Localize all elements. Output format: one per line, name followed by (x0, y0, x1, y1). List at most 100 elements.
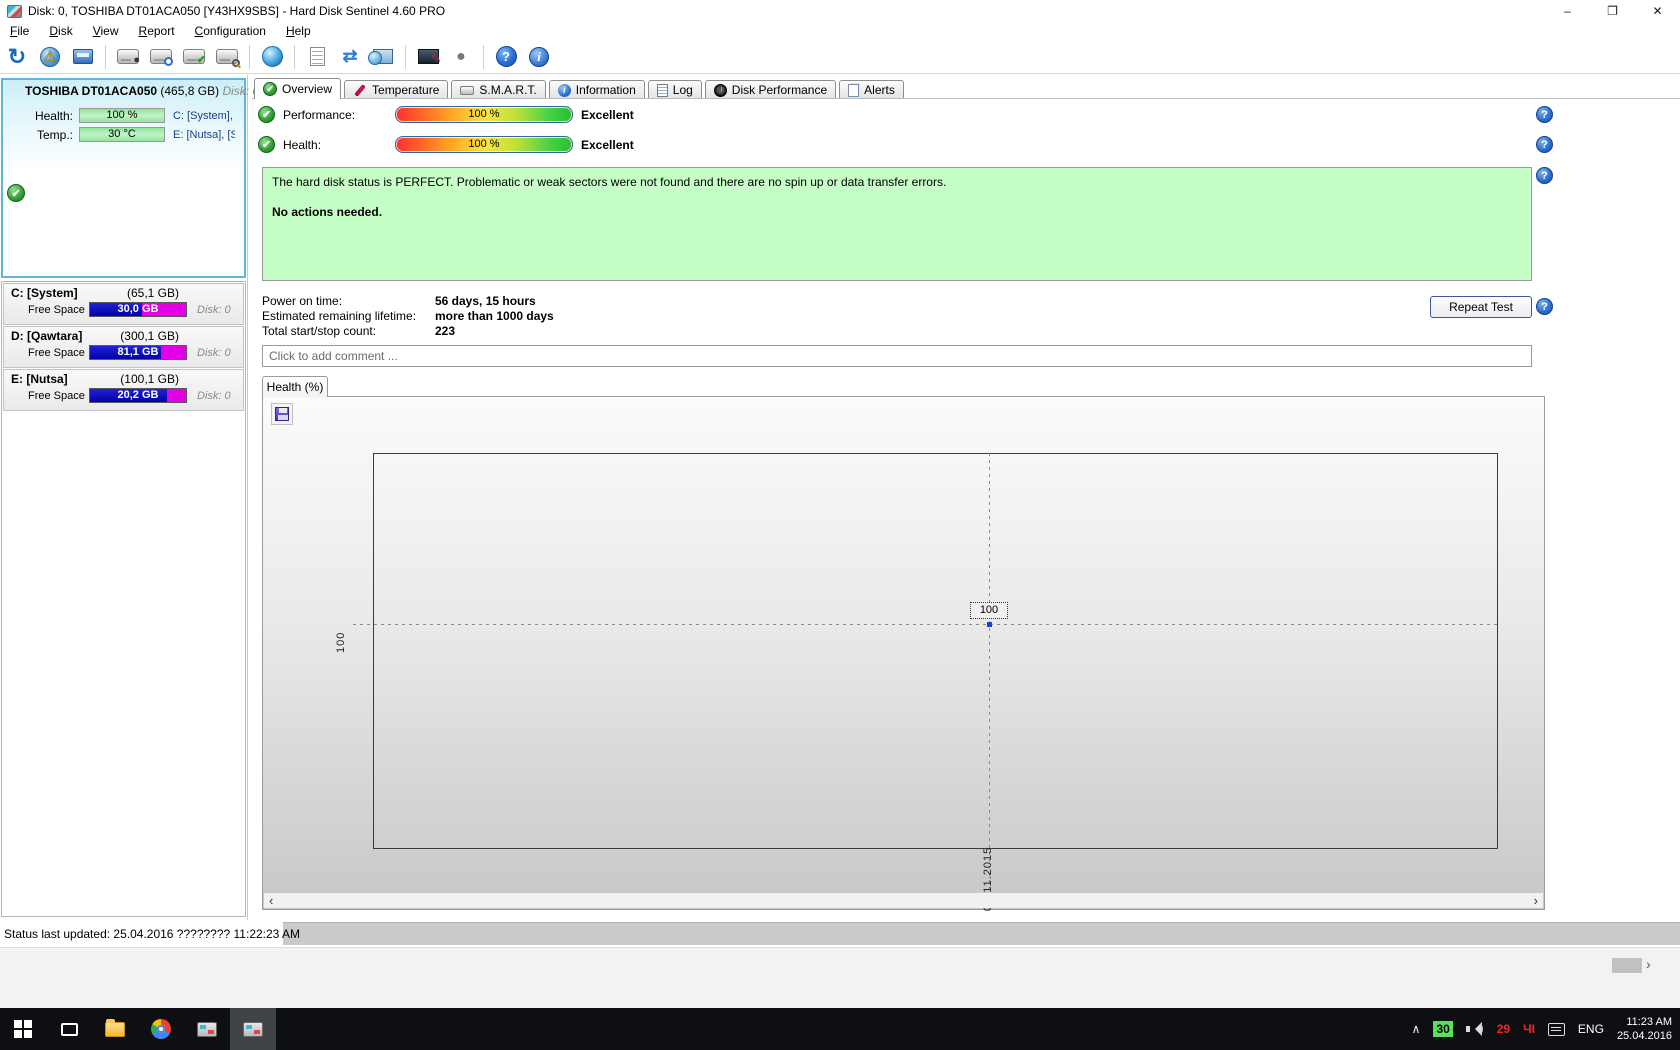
health-bar: 100 % (395, 136, 573, 153)
network-button[interactable] (368, 44, 396, 70)
repeat-test-button[interactable]: Repeat Test (1430, 296, 1532, 318)
monitor-pen-icon: ✎ (417, 49, 442, 66)
chart-plot-area (373, 453, 1498, 849)
status-help-icon[interactable]: ? (1536, 167, 1553, 184)
close-button[interactable]: ✕ (1635, 0, 1680, 22)
disk-schedule-button[interactable] (148, 44, 174, 70)
online-status-button[interactable] (259, 44, 285, 70)
drive-search-icon (216, 49, 240, 67)
chart-tab-health[interactable]: Health (%) (262, 376, 328, 397)
sound-button[interactable]: ● (448, 44, 474, 70)
tab-temperature[interactable]: Temperature (344, 80, 449, 99)
partition-card-c[interactable]: C: [System] (65,1 GB) Free Space 30,0 GB… (3, 283, 244, 325)
free-space-bar: 20,2 GB (89, 388, 187, 403)
status-bar: Status last updated: 25.04.2016 ????????… (0, 920, 1680, 947)
tab-smart[interactable]: S.M.A.R.T. (451, 80, 546, 99)
start-button[interactable] (0, 1008, 46, 1050)
sync-icon: ⇄ (342, 46, 358, 66)
health-help-icon[interactable]: ? (1536, 136, 1553, 153)
tab-overview[interactable]: ✔ Overview (254, 78, 342, 99)
disk-size: (465,8 GB) (160, 84, 220, 98)
minimize-button[interactable]: – (1545, 0, 1590, 22)
disk-display-button[interactable] (70, 44, 96, 70)
language-indicator[interactable]: ENG (1578, 1022, 1604, 1036)
report-button[interactable] (304, 44, 330, 70)
taskbar-clock[interactable]: 11:23 AM 25.04.2016 (1617, 1015, 1672, 1043)
disk-analyse-button[interactable] (214, 44, 240, 70)
hdsentinel-pinned-button[interactable] (184, 1008, 230, 1050)
sync-button[interactable]: ⇄ (337, 44, 363, 70)
taskbar: ∧ 30 ) 29 ЧІ ENG 11:23 AM 25.04.2016 (0, 1008, 1680, 1050)
scroll-right-icon[interactable]: › (1534, 893, 1538, 908)
save-chart-button[interactable] (271, 403, 293, 425)
free-space-label: Free Space (28, 389, 85, 402)
tab-log[interactable]: Log (647, 80, 702, 99)
menu-view[interactable]: View (83, 23, 129, 39)
background-scroll-right-icon[interactable]: › (1646, 956, 1651, 972)
background-window-strip: › (0, 947, 1680, 1008)
disk-problems-button[interactable]: ⚠ (37, 44, 63, 70)
help-button[interactable]: ? (493, 44, 519, 70)
thermometer-icon (354, 83, 366, 97)
disk-card[interactable]: TOSHIBA DT01ACA050 (465,8 GB) Disk: 0 ✔ … (1, 78, 259, 278)
toolbar-separator (483, 44, 484, 69)
menu-configuration[interactable]: Configuration (185, 23, 276, 39)
tray-expand-icon[interactable]: ∧ (1412, 1022, 1421, 1036)
disk-card-header: TOSHIBA DT01ACA050 (465,8 GB) Disk: 0 (3, 80, 259, 100)
toolbar-separator (105, 44, 106, 69)
scroll-left-icon[interactable]: ‹ (269, 893, 273, 908)
remaining-lifetime-value: more than 1000 days (435, 309, 554, 323)
tab-disk-performance[interactable]: Disk Performance (704, 80, 837, 99)
disk-partitions-line2: E: [Nutsa], [S (173, 128, 235, 141)
task-view-button[interactable] (46, 1008, 92, 1050)
menu-report[interactable]: Report (129, 23, 185, 39)
remote-monitor-button[interactable]: ✎ (415, 44, 442, 70)
hdsentinel-active-button[interactable] (230, 1008, 276, 1050)
tab-information[interactable]: i Information (548, 80, 645, 99)
free-space-label: Free Space (28, 346, 85, 359)
tray-temp-red-badge[interactable]: 29 (1497, 1022, 1510, 1036)
tray-temp-green-badge[interactable]: 30 (1433, 1021, 1453, 1037)
disk-acoustic-button[interactable]: ● (115, 44, 141, 70)
chart-horizontal-gridline (353, 624, 1498, 625)
toolbar: ↻ ⚠ ● ✔ ⇄ ✎ ● ? i (0, 40, 1680, 74)
health-check-icon: ✔ (258, 136, 275, 153)
maximize-button[interactable]: ❐ (1590, 0, 1635, 22)
menu-disk[interactable]: Disk (39, 23, 82, 39)
chrome-icon (151, 1019, 171, 1039)
about-button[interactable]: i (526, 44, 552, 70)
globe-disk-icon (261, 46, 283, 67)
notification-icon[interactable] (1547, 1022, 1565, 1036)
chrome-button[interactable] (138, 1008, 184, 1050)
disk-warning-icon: ⚠ (40, 46, 60, 67)
tab-alerts[interactable]: Alerts (839, 80, 904, 99)
refresh-button[interactable]: ↻ (4, 44, 30, 70)
partition-card-e[interactable]: E: [Nutsa] (100,1 GB) Free Space 20,2 GB… (3, 369, 244, 411)
file-explorer-button[interactable] (92, 1008, 138, 1050)
performance-check-icon: ✔ (258, 106, 275, 123)
comment-input[interactable] (262, 345, 1532, 367)
menu-help[interactable]: Help (276, 23, 321, 39)
menu-file[interactable]: File (0, 23, 39, 39)
chart-vertical-gridline (989, 453, 990, 915)
y-axis-tick-label: 100 (335, 631, 347, 653)
partition-disk: Disk: 0 (197, 389, 231, 402)
report-icon (309, 47, 325, 66)
background-scrollbar-thumb[interactable] (1612, 958, 1642, 973)
free-space-bar: 81,1 GB (89, 345, 187, 360)
screen: Disk: 0, TOSHIBA DT01ACA050 [Y43HX9SBS] … (0, 0, 1680, 1050)
blue-disk-icon (73, 49, 93, 64)
chart-scrollbar[interactable]: ‹ › (264, 892, 1543, 908)
repeat-test-help-icon[interactable]: ? (1536, 298, 1553, 315)
performance-help-icon[interactable]: ? (1536, 106, 1553, 123)
performance-bar: 100 % (395, 106, 573, 123)
floppy-icon (275, 407, 289, 421)
hdsentinel-icon (197, 1021, 217, 1037)
tab-strip: ✔ Overview Temperature S.M.A.R.T. i Info… (254, 78, 904, 99)
disk-test-button[interactable]: ✔ (181, 44, 207, 70)
partition-card-d[interactable]: D: [Qawtara] (300,1 GB) Free Space 81,1 … (3, 326, 244, 368)
free-space-value: 20,2 GB (117, 389, 159, 401)
tray-red-label[interactable]: ЧІ (1523, 1022, 1535, 1036)
volume-icon[interactable]: ) (1465, 1021, 1484, 1036)
info-icon: i (529, 46, 549, 67)
